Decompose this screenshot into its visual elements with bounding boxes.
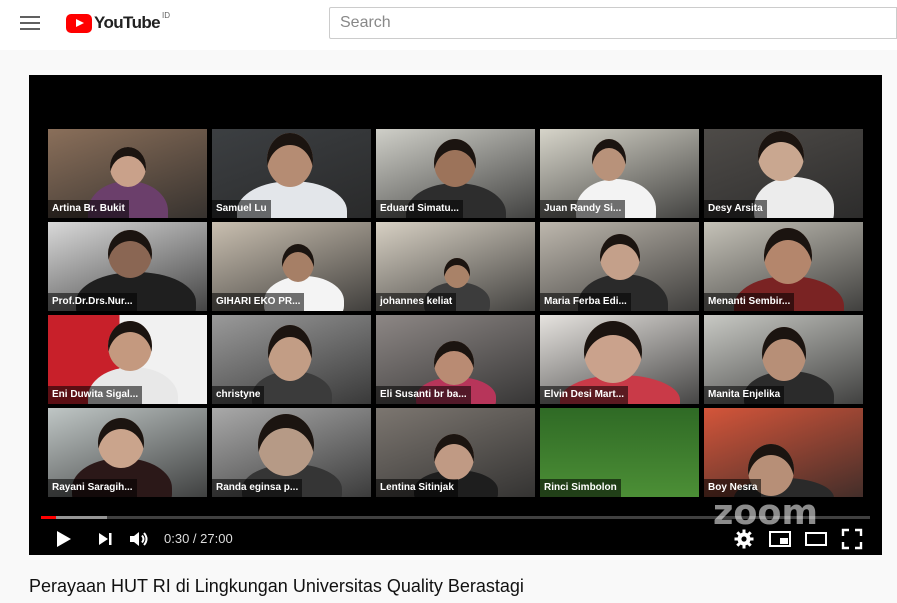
- youtube-play-icon: [66, 13, 92, 33]
- participant-name: Desy Arsita: [704, 200, 767, 218]
- participant-name: Randa eginsa p...: [212, 479, 303, 497]
- participant-head: [268, 325, 312, 381]
- progress-bar[interactable]: [41, 516, 870, 519]
- zoom-gallery-grid: Artina Br. Bukit Samuel Lu Eduard Simatu..…: [48, 129, 864, 501]
- participant-name: Artina Br. Bukit: [48, 200, 129, 218]
- participant-name: christyne: [212, 386, 265, 404]
- participant-head: [267, 133, 313, 187]
- participant-name: Maria Ferba Edi...: [540, 293, 631, 311]
- region-code: ID: [162, 10, 170, 20]
- participant-tile: Randa eginsa p...: [212, 408, 371, 497]
- participant-name: Elvin Desi Mart...: [540, 386, 629, 404]
- participant-tile: Manita Enjelika: [704, 315, 863, 404]
- participant-tile: Samuel Lu: [212, 129, 371, 218]
- video-player[interactable]: Artina Br. Bukit Samuel Lu Eduard Simatu..…: [29, 75, 882, 555]
- participant-tile: Menanti Sembir...: [704, 222, 863, 311]
- participant-head: [110, 147, 146, 187]
- participant-head: [592, 139, 626, 181]
- participant-name: Eduard Simatu...: [376, 200, 463, 218]
- participant-name: Prof.Dr.Drs.Nur...: [48, 293, 137, 311]
- menu-icon[interactable]: [20, 14, 40, 32]
- participant-name: Rayani Saragih...: [48, 479, 137, 497]
- participant-tile: Eni Duwita Sigal...: [48, 315, 207, 404]
- participant-name: johannes keliat: [376, 293, 457, 311]
- participant-tile: johannes keliat: [376, 222, 535, 311]
- participant-name: Eli Susanti br ba...: [376, 386, 471, 404]
- participant-tile: Maria Ferba Edi...: [540, 222, 699, 311]
- participant-head: [434, 341, 474, 385]
- top-bar: YouTube ID: [0, 0, 897, 50]
- participant-name: Eni Duwita Sigal...: [48, 386, 143, 404]
- fullscreen-icon[interactable]: [840, 527, 864, 551]
- participant-tile: christyne: [212, 315, 371, 404]
- participant-name: Lentina Sitinjak: [376, 479, 458, 497]
- settings-gear-icon[interactable]: [732, 527, 756, 551]
- participant-tile: Rayani Saragih...: [48, 408, 207, 497]
- participant-tile: Eli Susanti br ba...: [376, 315, 535, 404]
- participant-head: [444, 258, 470, 288]
- participant-head: [764, 228, 812, 284]
- youtube-logo[interactable]: YouTube ID: [66, 10, 170, 34]
- participant-tile: Prof.Dr.Drs.Nur...: [48, 222, 207, 311]
- theater-mode-icon[interactable]: [804, 527, 828, 551]
- participant-head: [584, 321, 642, 383]
- participant-tile: Rinci Simbolon: [540, 408, 699, 497]
- participant-tile: Lentina Sitinjak: [376, 408, 535, 497]
- participant-head: [600, 234, 640, 280]
- participant-name: Samuel Lu: [212, 200, 271, 218]
- participant-head: [98, 418, 144, 468]
- participant-name: Manita Enjelika: [704, 386, 785, 404]
- participant-name: Rinci Simbolon: [540, 479, 621, 497]
- participant-tile: Boy Nesra: [704, 408, 863, 497]
- participant-tile: Elvin Desi Mart...: [540, 315, 699, 404]
- search-input[interactable]: [329, 7, 897, 39]
- participant-head: [434, 434, 474, 480]
- participant-head: [762, 327, 806, 381]
- played-bar: [41, 516, 57, 519]
- next-icon[interactable]: [93, 527, 117, 551]
- participant-head: [758, 131, 804, 181]
- participant-tile: GIHARI EKO PR...: [212, 222, 371, 311]
- miniplayer-icon[interactable]: [768, 527, 792, 551]
- player-controls: 0:30 / 27:00: [29, 523, 882, 555]
- participant-name: GIHARI EKO PR...: [212, 293, 305, 311]
- logo-text: YouTube: [94, 13, 161, 32]
- participant-tile: Desy Arsita: [704, 129, 863, 218]
- participant-head: [258, 414, 314, 476]
- participant-name: Menanti Sembir...: [704, 293, 795, 311]
- participant-tile: Eduard Simatu...: [376, 129, 535, 218]
- participant-head: [108, 230, 152, 278]
- participant-head: [434, 139, 476, 187]
- volume-icon[interactable]: [127, 527, 151, 551]
- participant-tile: Juan Randy Si...: [540, 129, 699, 218]
- participant-head: [108, 321, 152, 371]
- participant-head: [282, 244, 314, 282]
- participant-name: Juan Randy Si...: [540, 200, 626, 218]
- participant-tile: Artina Br. Bukit: [48, 129, 207, 218]
- time-display: 0:30 / 27:00: [164, 531, 233, 546]
- play-icon[interactable]: [51, 527, 75, 551]
- video-title: Perayaan HUT RI di Lingkungan Universita…: [29, 576, 524, 596]
